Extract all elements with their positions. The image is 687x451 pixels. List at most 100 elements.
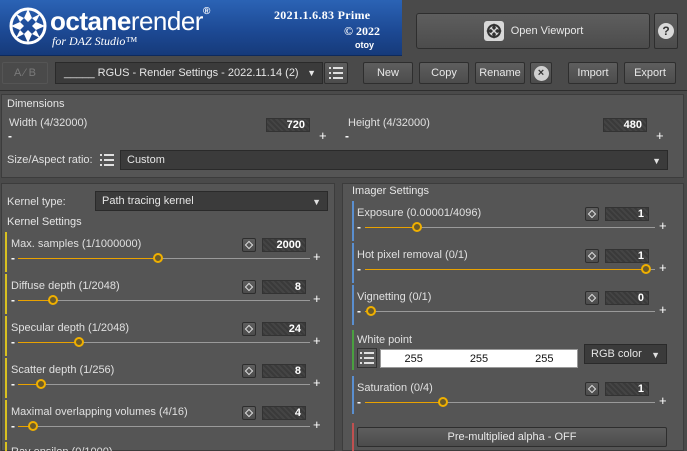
slider-decrement[interactable]: - [11,252,15,264]
slider-track[interactable] [18,379,310,389]
row-color-bar [5,274,7,314]
slider-increment[interactable]: + [313,376,321,389]
height-decrement[interactable]: - [345,130,349,142]
version-text: 2021.1.6.83 Prime [274,8,371,22]
width-decrement[interactable]: - [8,130,12,142]
new-button[interactable]: New [363,62,413,84]
diamond-icon [244,408,254,418]
chevron-down-icon: ▼ [312,197,321,207]
diamond-icon [244,240,254,250]
slider-track[interactable] [365,222,655,232]
white-point-bar [352,330,354,370]
kernel-settings-title: Kernel Settings [7,216,82,228]
slider-decrement[interactable]: - [357,221,361,233]
open-viewport-button[interactable]: Open Viewport [416,13,650,49]
height-label: Height (4/32000) [348,117,430,129]
slider-value-field[interactable]: 24 [262,322,306,336]
rename-button[interactable]: Rename [475,62,525,84]
slider-track[interactable] [365,306,655,316]
keyframe-button[interactable] [242,322,256,336]
slider-increment[interactable]: + [313,334,321,347]
delete-preset-button[interactable]: × [530,62,552,84]
diamond-icon [587,293,597,303]
height-field[interactable]: 480 [603,118,647,132]
preset-select[interactable]: _____ RGUS - Render Settings - 2022.11.1… [55,62,323,84]
company-logo: otoy [355,40,374,50]
keyframe-button[interactable] [585,291,599,305]
slider-decrement[interactable]: - [357,263,361,275]
slider-decrement[interactable]: - [11,378,15,390]
help-button[interactable]: ? [654,13,678,49]
premultiplied-alpha-toggle[interactable]: Pre-multiplied alpha - OFF [357,427,667,447]
slider-increment[interactable]: + [313,418,321,431]
kernel-type-select[interactable]: Path tracing kernel ▼ [95,191,328,211]
slider-label: Exposure (0.00001/4096) [357,207,482,219]
slider-decrement[interactable]: - [357,305,361,317]
slider-handle[interactable] [365,306,376,316]
row-color-bar [5,358,7,398]
slider-label: Scatter depth (1/256) [11,364,115,376]
height-increment[interactable]: + [656,129,664,142]
slider-value-field[interactable]: 1 [605,207,649,221]
slider-decrement[interactable]: - [11,336,15,348]
slider-handle[interactable] [27,421,38,431]
white-point-b: 255 [535,352,554,365]
slider-increment[interactable]: + [659,261,667,274]
slider-value-field[interactable]: 1 [605,382,649,396]
slider-decrement[interactable]: - [11,294,15,306]
copy-button[interactable]: Copy [419,62,469,84]
width-field[interactable]: 720 [266,118,310,132]
chevron-down-icon: ▼ [651,350,660,360]
keyframe-button[interactable] [242,406,256,420]
octane-banner: octanerender® for DAZ Studio™ 2021.1.6.8… [0,0,402,56]
slider-increment[interactable]: + [659,394,667,407]
white-point-label: White point [357,334,413,346]
slider-track[interactable] [365,397,655,407]
width-increment[interactable]: + [319,129,327,142]
keyframe-button[interactable] [585,249,599,263]
chevron-down-icon: ▼ [652,156,661,166]
slider-increment[interactable]: + [313,292,321,305]
keyframe-button[interactable] [242,280,256,294]
row-color-bar [352,376,354,414]
slider-track[interactable] [18,421,310,431]
slider-track[interactable] [18,253,310,263]
slider-value-field[interactable]: 1 [605,249,649,263]
ab-compare-button[interactable]: A ⁄ B [2,62,48,84]
slider-decrement[interactable]: - [11,420,15,432]
slider-value-field[interactable]: 8 [262,364,306,378]
import-button[interactable]: Import [568,62,618,84]
list-icon [329,67,343,79]
copyright-text: © 2022 [344,24,380,38]
slider-increment[interactable]: + [313,250,321,263]
slider-value-field[interactable]: 2000 [262,238,306,252]
slider-decrement[interactable]: - [357,396,361,408]
slider-value-field[interactable]: 4 [262,406,306,420]
aspect-presets-button[interactable] [97,150,117,170]
slider-increment[interactable]: + [659,219,667,232]
diamond-icon [587,384,597,394]
keyframe-button[interactable] [242,364,256,378]
keyframe-button[interactable] [585,382,599,396]
white-point-swatch[interactable]: 255 255 255 [380,349,578,368]
slider-fill [18,342,80,343]
aspect-ratio-select[interactable]: Custom ▼ [120,150,668,170]
slider-fill [365,269,647,270]
preset-list-button[interactable] [324,62,348,84]
slider-increment[interactable]: + [659,303,667,316]
export-button[interactable]: Export [624,62,676,84]
color-picker-button[interactable] [357,348,377,368]
imager-panel [342,183,684,451]
slider-track[interactable] [18,295,310,305]
keyframe-button[interactable] [585,207,599,221]
slider-handle[interactable] [48,295,59,305]
keyframe-button[interactable] [242,238,256,252]
slider-track[interactable] [18,337,310,347]
slider-value-field[interactable]: 0 [605,291,649,305]
slider-label: Specular depth (1/2048) [11,322,130,334]
color-mode-select[interactable]: RGB color ▼ [584,344,667,364]
slider-track[interactable] [365,264,655,274]
kernel-type-label: Kernel type: [7,196,66,208]
diamond-icon [587,209,597,219]
slider-value-field[interactable]: 8 [262,280,306,294]
